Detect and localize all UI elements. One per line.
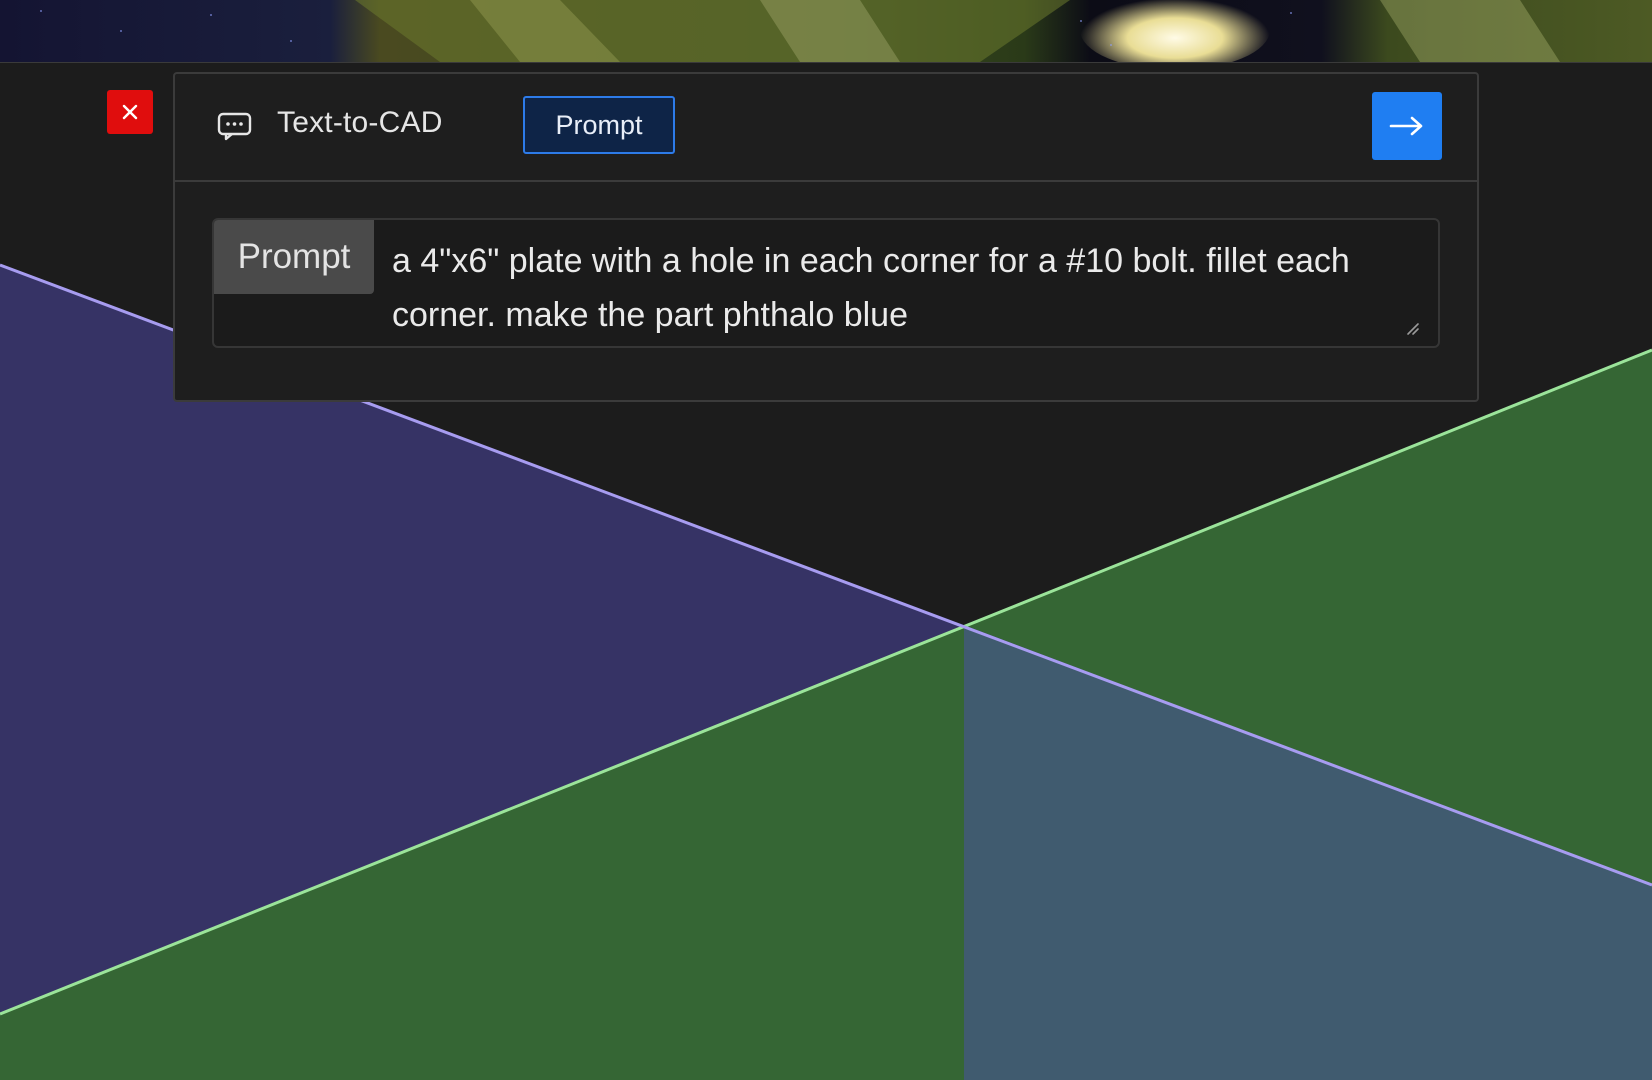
close-button[interactable] — [107, 90, 153, 134]
submit-button[interactable] — [1372, 92, 1442, 160]
mode-badge: Prompt — [523, 96, 675, 154]
prompt-input[interactable]: a 4"x6" plate with a hole in each corner… — [392, 234, 1402, 342]
prompt-label: Prompt — [214, 220, 374, 294]
text-to-cad-panel: Text-to-CAD Prompt Prompt a 4"x6" plate … — [173, 72, 1479, 402]
panel-header: Text-to-CAD Prompt — [175, 74, 1477, 182]
chat-bubble-icon — [217, 112, 252, 141]
resize-handle-icon[interactable] — [1404, 320, 1420, 336]
arrow-right-icon — [1389, 116, 1423, 136]
background-image-strip — [0, 0, 1652, 63]
decorative-image — [0, 0, 1652, 62]
panel-title: Text-to-CAD — [277, 106, 443, 139]
prompt-field: Prompt a 4"x6" plate with a hole in each… — [212, 218, 1440, 348]
close-icon — [122, 104, 138, 120]
